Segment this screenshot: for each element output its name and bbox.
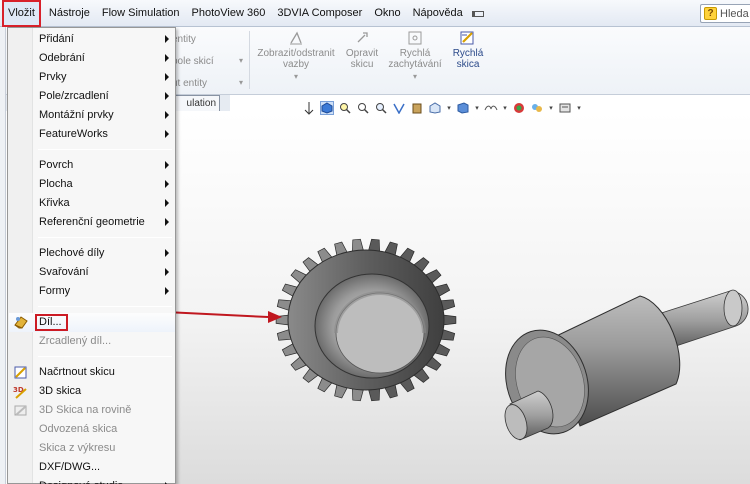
submenu-arrow-icon	[165, 180, 169, 188]
submenu-arrow-icon	[165, 92, 169, 100]
menu-item-label: Zrcadlený díl...	[39, 335, 112, 347]
menu-item-plechove-dily[interactable]: Plechové díly	[9, 244, 175, 263]
submenu-arrow-icon	[165, 161, 169, 169]
menu-item-3d-skica[interactable]: 3D 3D skica	[9, 382, 175, 401]
menu-item-formy[interactable]: Formy	[9, 282, 175, 301]
menu-separator	[38, 306, 172, 307]
menu-item-label: Plocha	[39, 178, 73, 190]
menu-item-svarovani[interactable]: Svařování	[9, 263, 175, 282]
menu-item-label: Křivka	[39, 197, 70, 209]
highlight-box	[35, 314, 68, 331]
gear-tooth	[368, 388, 380, 402]
menu-item-label: Skica z výkresu	[39, 442, 116, 454]
menu-item-label: Referenční geometrie	[39, 216, 145, 228]
menu-item-label: Formy	[39, 285, 71, 297]
menu-item-label: Designová studie	[39, 480, 123, 484]
menu-item-odvozena-skica: Odvozená skica	[9, 420, 175, 439]
menu-item-label: Prvky	[39, 71, 67, 83]
submenu-arrow-icon	[165, 54, 169, 62]
menu-item-montazni-prvky[interactable]: Montážní prvky	[9, 106, 175, 125]
menu-item-label: Plechové díly	[39, 247, 105, 259]
menu-item-label: DXF/DWG...	[39, 461, 101, 473]
gear-model[interactable]	[275, 238, 457, 402]
menu-item-pridani[interactable]: Přidání	[9, 30, 175, 49]
menu-item-label: 3D skica	[39, 385, 82, 397]
menu-item-label: 3D Skica na rovině	[39, 404, 132, 416]
menu-item-label: Svařování	[39, 266, 89, 278]
submenu-arrow-icon	[165, 287, 169, 295]
submenu-arrow-icon	[165, 111, 169, 119]
menu-item-label: Povrch	[39, 159, 74, 171]
menu-item-pole-zrcadleni[interactable]: Pole/zrcadlení	[9, 87, 175, 106]
menu-item-designova-studie[interactable]: Designová studie	[9, 477, 175, 484]
gear-tooth	[368, 238, 380, 252]
menu-separator	[38, 149, 172, 150]
menu-item-odebrani[interactable]: Odebrání	[9, 49, 175, 68]
menu-item-dxf-dwg[interactable]: DXF/DWG...	[9, 458, 175, 477]
menu-item-dil[interactable]: Díl...	[9, 313, 175, 332]
menu-item-prvky[interactable]: Prvky	[9, 68, 175, 87]
menu-item-label: Načrtnout skicu	[39, 366, 115, 378]
menu-item-label: Odebrání	[39, 52, 85, 64]
submenu-arrow-icon	[165, 199, 169, 207]
3d-sketch-icon: 3D	[13, 384, 29, 399]
insert-menu-dropdown: Přidání Odebrání Prvky Pole/zrcadlení Montáž…	[7, 27, 176, 484]
shaft-model[interactable]	[493, 289, 749, 445]
menu-item-nacrtnout-skicu[interactable]: Načrtnout skicu	[9, 363, 175, 382]
3d-sketch-plane-icon	[13, 403, 29, 418]
menu-item-krivka[interactable]: Křivka	[9, 194, 175, 213]
submenu-arrow-icon	[165, 218, 169, 226]
gear-tooth	[352, 388, 364, 402]
menu-item-3d-skica-na-rovine: 3D Skica na rovině	[9, 401, 175, 420]
menu-item-zrcadleny-dil: Zrcadlený díl...	[9, 332, 175, 351]
part-insert-icon	[13, 315, 29, 330]
menu-item-label: Odvozená skica	[39, 423, 118, 435]
submenu-arrow-icon	[165, 73, 169, 81]
menu-item-label: Pole/zrcadlení	[39, 90, 109, 102]
menu-item-featureworks[interactable]: FeatureWorks	[9, 125, 175, 144]
submenu-arrow-icon	[165, 268, 169, 276]
submenu-arrow-icon	[165, 249, 169, 257]
sketch-icon	[13, 365, 29, 380]
submenu-arrow-icon	[165, 35, 169, 43]
menu-item-label: FeatureWorks	[39, 128, 108, 140]
menu-item-label: Přidání	[39, 33, 74, 45]
menu-separator	[38, 356, 172, 357]
submenu-arrow-icon	[165, 130, 169, 138]
gear-tooth	[352, 238, 364, 252]
menu-item-povrch[interactable]: Povrch	[9, 156, 175, 175]
menu-separator	[38, 237, 172, 238]
menu-item-referencni-geometrie[interactable]: Referenční geometrie	[9, 213, 175, 232]
menu-item-plocha[interactable]: Plocha	[9, 175, 175, 194]
menu-item-label: Montážní prvky	[39, 109, 114, 121]
gear-tooth	[443, 314, 457, 326]
menu-item-skica-z-vykresu: Skica z výkresu	[9, 439, 175, 458]
